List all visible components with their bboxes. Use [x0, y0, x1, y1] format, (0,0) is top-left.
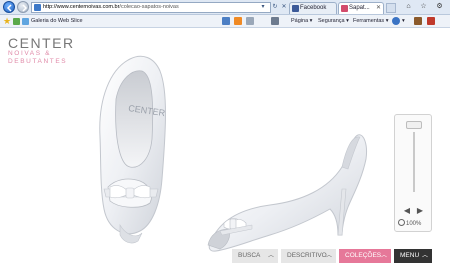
zoom-slider-handle[interactable] [406, 121, 422, 129]
new-tab-button[interactable] [386, 3, 396, 13]
facebook-favicon-icon [292, 5, 299, 12]
url-path: /colecao-sapatos-noivas [119, 4, 179, 10]
add-favorites-icon[interactable] [13, 18, 20, 25]
menu-button[interactable]: MENU ︿ [394, 249, 432, 263]
favorites-bar: ★ Galeria do Web Slice Página ▾ Seguranç… [0, 15, 450, 28]
chevron-up-icon: ︿ [380, 253, 387, 259]
menu-label: MENU [400, 252, 420, 259]
tab-facebook[interactable]: Facebook [289, 2, 337, 14]
help-chevron-icon[interactable]: ▾ [402, 17, 405, 26]
favorites-star-icon[interactable]: ☆ [416, 2, 431, 13]
refresh-icon[interactable]: ↻ [271, 2, 279, 12]
read-mail-icon[interactable] [246, 17, 254, 25]
previous-image-icon[interactable]: ◀ [402, 206, 412, 216]
descritivo-label: DESCRITIVO [287, 252, 327, 259]
chevron-up-icon: ︿ [267, 253, 274, 259]
logo-main-text: CENTER [8, 35, 75, 51]
favorites-icon[interactable]: ★ [3, 17, 12, 26]
next-image-icon[interactable]: ▶ [415, 206, 425, 216]
chevron-up-icon: ︿ [325, 253, 332, 259]
zoom-control: ◀ ▶ 100% [394, 114, 432, 232]
address-bar-row: http://www.centernoivas.com.br/colecao-s… [0, 0, 450, 15]
tab-sapatos[interactable]: Sapat... ✕ [338, 2, 384, 14]
chevron-up-icon: ︿ [421, 253, 428, 259]
zoom-magnifier-icon[interactable] [398, 219, 405, 226]
tab-label: Sapat... [349, 5, 370, 11]
feeds-icon[interactable] [234, 17, 242, 25]
home-page-icon[interactable] [222, 17, 230, 25]
home-icon[interactable]: ⌂ [401, 2, 416, 13]
extension-icon[interactable] [427, 17, 435, 25]
page-menu-label: Página [291, 18, 309, 24]
site-logo[interactable]: CENTER NOIVAS & DEBUTANTES [8, 36, 78, 66]
stop-icon[interactable]: ✕ [280, 2, 288, 12]
settings-gear-icon[interactable]: ⚙ [432, 2, 447, 13]
tab-label: Facebook [300, 5, 327, 11]
shoe-front-view: CENTER [99, 55, 166, 244]
security-menu-label: Segurança [318, 18, 345, 24]
zoom-level-text: 100% [406, 221, 422, 227]
url-field[interactable]: http://www.centernoivas.com.br/colecao-s… [31, 2, 271, 13]
close-tab-icon[interactable]: ✕ [376, 3, 381, 14]
colecoes-label: COLEÇÕES [345, 252, 382, 259]
logo-line-1: NOIVAS & [8, 50, 52, 57]
browser-window: http://www.centernoivas.com.br/colecao-s… [0, 0, 450, 263]
url-host: http://www.centernoivas.com.br [43, 4, 120, 10]
busca-label: BUSCA [238, 252, 261, 259]
zoom-slider-track[interactable] [413, 132, 415, 192]
forward-button[interactable] [17, 1, 29, 13]
descritivo-button[interactable]: DESCRITIVO ︿ [281, 249, 336, 263]
busca-button[interactable]: BUSCA ︿ [232, 249, 278, 263]
help-icon[interactable] [392, 17, 400, 25]
page-icon [34, 4, 41, 11]
shoe-side-view [207, 134, 367, 252]
tools-menu[interactable]: Ferramentas ▾ [353, 17, 388, 26]
compatibility-view-icon[interactable]: ▾ [259, 2, 267, 12]
back-arrow-icon [6, 4, 12, 12]
site-favicon-icon [341, 5, 348, 12]
colecoes-button[interactable]: COLEÇÕES ︿ [339, 249, 391, 263]
addon-icon[interactable] [414, 17, 422, 25]
tools-menu-label: Ferramentas [353, 18, 385, 24]
print-icon[interactable] [271, 17, 279, 25]
site-page: CENTER NOIVAS & DEBUTANTES CENTER ◀ ▶ 10… [0, 29, 450, 263]
page-menu[interactable]: Página ▾ [291, 17, 312, 26]
logo-line-2: DEBUTANTES [8, 58, 68, 65]
forward-arrow-icon [22, 4, 28, 12]
web-slice-gallery-link[interactable]: Galeria do Web Slice [22, 17, 83, 26]
security-menu[interactable]: Segurança ▾ [318, 17, 349, 26]
back-button[interactable] [3, 1, 15, 13]
product-image-shoes: CENTER [99, 55, 367, 252]
